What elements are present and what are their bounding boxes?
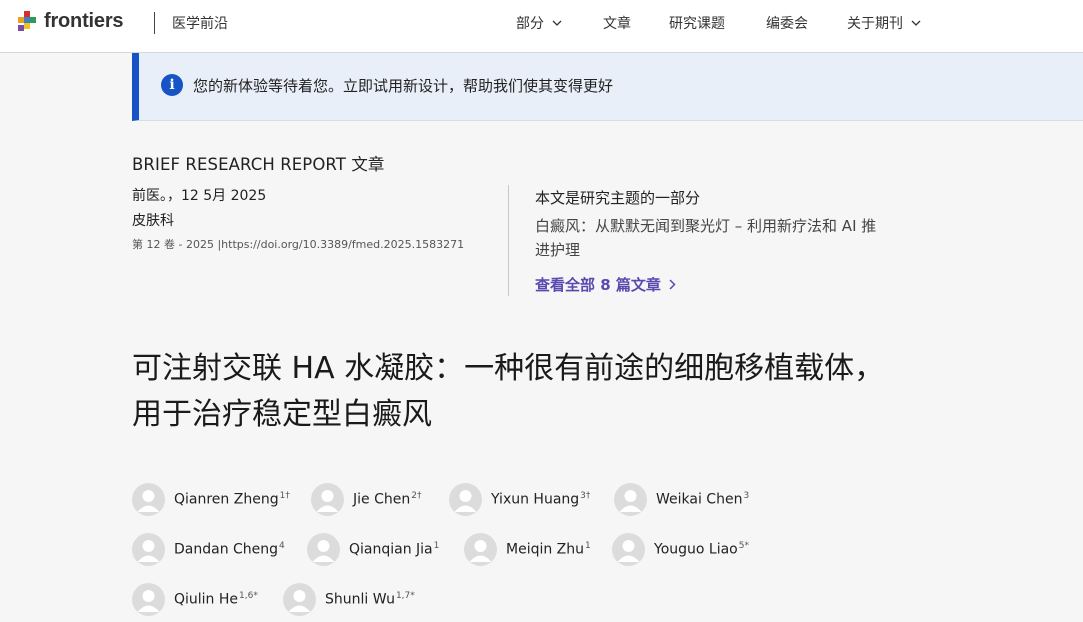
nav-about-journal-label: 关于期刊 <box>847 16 903 32</box>
nav-articles-label: 文章 <box>603 16 631 32</box>
author-9[interactable]: Qiulin He1,6* <box>132 583 258 616</box>
author-affiliation: 1† <box>279 491 290 502</box>
author-name: Qiulin He1,6* <box>174 591 258 608</box>
avatar-icon <box>307 533 340 566</box>
topic-title-link[interactable]: 白癜风：从默默无闻到聚光灯 – 利用新疗法和 AI 推进护理 <box>535 214 885 262</box>
author-name-text: Weikai Chen <box>656 491 743 508</box>
research-topic-box: 本文是研究主题的一部分 白癜风：从默默无闻到聚光灯 – 利用新疗法和 AI 推进… <box>508 185 888 296</box>
avatar-icon <box>283 583 316 616</box>
author-10[interactable]: Shunli Wu1,7* <box>283 583 415 616</box>
avatar-icon <box>449 483 482 516</box>
author-name-text: Qianqian Jia <box>349 541 433 558</box>
author-1[interactable]: Qianren Zheng1† <box>132 483 290 516</box>
banner-text: 您的新体验等待着您。立即试用新设计，帮助我们使其变得更好 <box>193 77 614 95</box>
chevron-right-icon <box>669 279 676 290</box>
header-divider <box>154 12 155 34</box>
journal-name-link[interactable]: 医学前沿 <box>172 13 228 33</box>
volume: 第 12 卷 - 2025 <box>132 238 214 251</box>
author-name: Qianren Zheng1† <box>174 491 290 508</box>
avatar-icon <box>311 483 344 516</box>
author-6[interactable]: Qianqian Jia1 <box>307 533 439 566</box>
view-all-articles-link[interactable]: 查看全部 8 篇文章 <box>535 274 676 295</box>
author-affiliation: 5* <box>738 541 749 552</box>
nav-about-journal[interactable]: 关于期刊 <box>847 13 921 33</box>
article-type: BRIEF RESEARCH REPORT 文章 <box>132 155 385 174</box>
nav-editorial-board-label: 编委会 <box>766 16 808 32</box>
top-navigation-bar: frontiers 医学前沿 部分 文章 研究课题 编委会 关于期刊 <box>0 0 1083 53</box>
avatar-icon <box>464 533 497 566</box>
author-affiliation: 1,6* <box>239 591 258 602</box>
author-affiliation: 3† <box>580 491 591 502</box>
author-name-text: Jie Chen <box>353 491 411 508</box>
author-name: Shunli Wu1,7* <box>325 591 415 608</box>
author-name: Yixun Huang3† <box>491 491 590 508</box>
article-section: 皮肤科 <box>132 213 174 229</box>
avatar-icon <box>132 533 165 566</box>
journal-date: 前医。，12 5月 2025 <box>132 188 267 204</box>
author-name-text: Meiqin Zhu <box>506 541 585 558</box>
volume-doi: 第 12 卷 - 2025 |https://doi.org/10.3389/f… <box>132 238 465 251</box>
view-all-articles-label: 查看全部 8 篇文章 <box>535 276 661 294</box>
frontiers-logo[interactable]: frontiers <box>18 10 124 33</box>
nav-sections[interactable]: 部分 <box>516 13 562 33</box>
author-7[interactable]: Meiqin Zhu1 <box>464 533 591 566</box>
doi-link[interactable]: https://doi.org/10.3389/fmed.2025.158327… <box>221 238 464 251</box>
author-name-text: Shunli Wu <box>325 591 395 608</box>
author-2[interactable]: Jie Chen2† <box>311 483 421 516</box>
author-name-text: Yixun Huang <box>491 491 580 508</box>
nav-sections-label: 部分 <box>516 16 544 32</box>
article-title: 可注射交联 HA 水凝胶：一种很有前途的细胞移植载体，用于治疗稳定型白癜风 <box>132 351 885 432</box>
nav-articles[interactable]: 文章 <box>603 13 631 33</box>
author-8[interactable]: Youguo Liao5* <box>612 533 749 566</box>
author-name: Jie Chen2† <box>353 491 421 508</box>
author-5[interactable]: Dandan Cheng4 <box>132 533 285 566</box>
author-4[interactable]: Weikai Chen3 <box>614 483 749 516</box>
author-name: Meiqin Zhu1 <box>506 541 591 558</box>
nav-research-topics-label: 研究课题 <box>669 16 725 32</box>
avatar-icon <box>132 483 165 516</box>
author-affiliation: 3 <box>743 491 750 502</box>
author-name-text: Qianren Zheng <box>174 491 279 508</box>
author-name: Qianqian Jia1 <box>349 541 439 558</box>
topic-heading: 本文是研究主题的一部分 <box>535 189 701 207</box>
author-affiliation: 1 <box>585 541 591 552</box>
author-name: Youguo Liao5* <box>654 541 749 558</box>
avatar-icon <box>614 483 647 516</box>
author-3[interactable]: Yixun Huang3† <box>449 483 590 516</box>
avatar-icon <box>612 533 645 566</box>
author-name: Dandan Cheng4 <box>174 541 285 558</box>
chevron-down-icon <box>552 20 562 26</box>
author-name-text: Qiulin He <box>174 591 239 608</box>
chevron-down-icon <box>911 20 921 26</box>
author-affiliation: 2† <box>411 491 422 502</box>
author-name-text: Youguo Liao <box>654 541 738 558</box>
author-affiliation: 4 <box>279 541 285 552</box>
new-design-banner: i 您的新体验等待着您。立即试用新设计，帮助我们使其变得更好 <box>132 53 1083 121</box>
author-affiliation: 1,7* <box>395 591 415 602</box>
logo-text: frontiers <box>44 10 124 32</box>
author-affiliation: 1 <box>433 541 440 552</box>
avatar-icon <box>132 583 165 616</box>
author-name-text: Dandan Cheng <box>174 541 279 558</box>
info-icon: i <box>161 74 183 96</box>
frontiers-logo-icon <box>18 10 36 31</box>
nav-editorial-board[interactable]: 编委会 <box>766 13 808 33</box>
nav-research-topics[interactable]: 研究课题 <box>669 13 725 33</box>
author-name: Weikai Chen3 <box>656 491 749 508</box>
